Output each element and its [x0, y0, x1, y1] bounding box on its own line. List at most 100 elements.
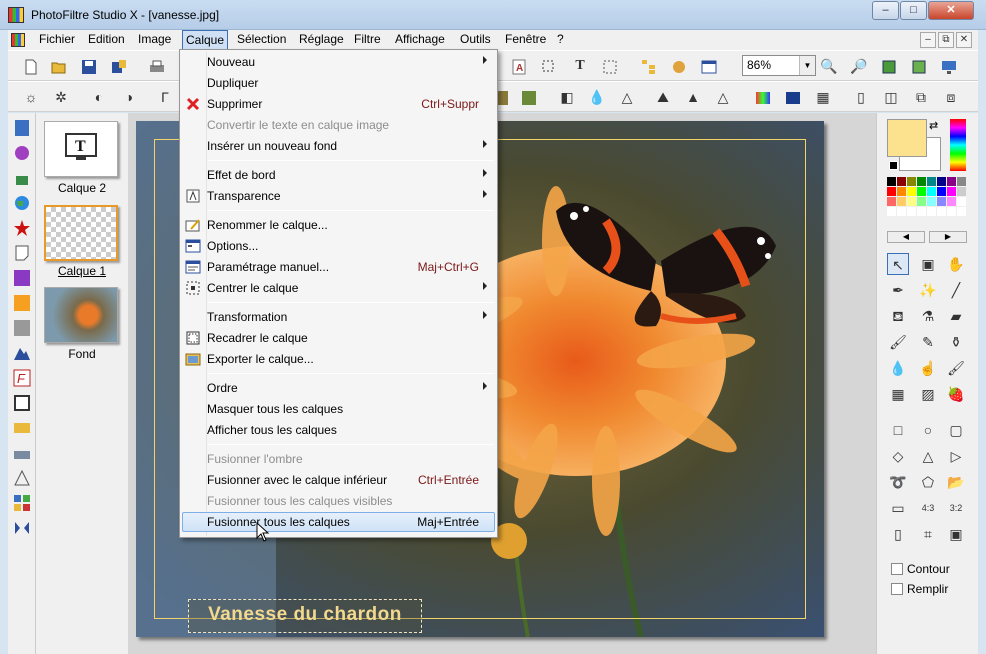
menu-item-ordre[interactable]: Ordre: [182, 378, 495, 398]
menu-item-convertir-texte[interactable]: Convertir le texte en calque image: [182, 115, 495, 135]
close-button[interactable]: ✕: [928, 1, 974, 20]
emboss-icon[interactable]: ⛰: [652, 86, 674, 108]
ratio-43-icon[interactable]: 4:3: [917, 497, 939, 519]
tree-icon[interactable]: [638, 55, 660, 77]
caption-text-layer[interactable]: Vanesse du chardon: [188, 599, 422, 633]
text-tool-icon[interactable]: T: [569, 55, 591, 77]
smudge-icon[interactable]: ☝: [917, 357, 939, 379]
menu-item-dupliquer[interactable]: Dupliquer: [182, 73, 495, 93]
menu-item-parametrage[interactable]: Paramétrage manuel... Maj+Ctrl+G: [182, 257, 495, 277]
texture-pattern-icon[interactable]: [13, 319, 31, 337]
menu-fichier[interactable]: Fichier: [39, 32, 75, 46]
menu-item-options[interactable]: Options...: [182, 236, 495, 256]
image-text-icon[interactable]: A: [508, 55, 530, 77]
ellipse-shape-icon[interactable]: ○: [917, 419, 939, 441]
globe-icon[interactable]: [13, 194, 31, 212]
shade-icon[interactable]: [782, 86, 804, 108]
palette-prev-button[interactable]: ◀: [887, 231, 925, 243]
maximize-button[interactable]: □: [900, 1, 927, 20]
menu-image[interactable]: Image: [138, 32, 171, 46]
paste-icon[interactable]: ⧈: [940, 86, 962, 108]
menu-item-recadrer[interactable]: Recadrer le calque: [182, 328, 495, 348]
new-file-icon[interactable]: [20, 55, 42, 77]
swap-colors-icon[interactable]: ⇄: [929, 119, 938, 132]
menu-item-effet-bord[interactable]: Effet de bord: [182, 165, 495, 185]
sharpen-icon[interactable]: △: [712, 86, 734, 108]
selection-tool-icon[interactable]: [538, 55, 560, 77]
save-icon[interactable]: [78, 55, 100, 77]
drop-outline-icon[interactable]: △: [616, 86, 638, 108]
color-palette[interactable]: [887, 177, 967, 217]
flip-icon[interactable]: ◧: [556, 86, 578, 108]
layer-thumbnail-selected[interactable]: [44, 205, 118, 261]
menu-reglage[interactable]: Réglage: [299, 32, 344, 46]
stamp-icon[interactable]: ⚱: [945, 331, 967, 353]
menu-item-renommer[interactable]: Renommer le calque...: [182, 215, 495, 235]
doc-close-button[interactable]: ✕: [956, 32, 972, 48]
polygon-lasso-icon[interactable]: ⬠: [917, 471, 939, 493]
ratio-32-icon[interactable]: 3:2: [945, 497, 967, 519]
copy-icon[interactable]: ⧉: [910, 86, 932, 108]
foreground-color[interactable]: [887, 119, 927, 157]
zoom-in-icon[interactable]: 🔍: [818, 55, 840, 77]
menu-item-fusionner-inferieur[interactable]: Fusionner avec le calque inférieur Ctrl+E…: [182, 470, 495, 490]
menu-edition[interactable]: Edition: [88, 32, 125, 46]
plugin-icon[interactable]: [668, 55, 690, 77]
layer-thumbnail[interactable]: T: [44, 121, 118, 177]
menu-item-masquer-tous[interactable]: Masquer tous les calques: [182, 399, 495, 419]
lasso-icon[interactable]: ➰: [887, 471, 909, 493]
save-as-icon[interactable]: [108, 55, 130, 77]
calculator-icon[interactable]: [13, 119, 31, 137]
layer-name[interactable]: Fond: [36, 347, 128, 361]
menu-outils[interactable]: Outils: [460, 32, 491, 46]
star-icon[interactable]: [13, 219, 31, 237]
menu-selection[interactable]: Sélection: [237, 32, 286, 46]
actual-size-icon[interactable]: [908, 55, 930, 77]
hue-slider[interactable]: [950, 119, 966, 171]
blur-drop-icon[interactable]: 💧: [887, 357, 909, 379]
menu-icon[interactable]: [11, 32, 25, 47]
menu-item-fusionner-ombre[interactable]: Fusionner l'ombre: [182, 449, 495, 469]
advanced-brush-icon[interactable]: ✎: [917, 331, 939, 353]
menu-item-fusionner-visibles[interactable]: Fusionner tous les calques visibles: [182, 491, 495, 511]
sphere-icon[interactable]: [13, 144, 31, 162]
contrast-down-icon[interactable]: ◐: [88, 86, 110, 108]
hand-tool-icon[interactable]: ✋: [945, 253, 967, 275]
triangle-right-icon[interactable]: ▷: [945, 445, 967, 467]
ratio-portrait-icon[interactable]: ▯: [887, 523, 909, 545]
doc-restore-button[interactable]: ⧉: [938, 32, 954, 48]
layer-name-selected[interactable]: Calque 1: [36, 264, 128, 278]
paint-brush-icon[interactable]: 🖌: [945, 357, 967, 379]
brightness-up-icon[interactable]: ✲: [50, 86, 72, 108]
brush-icon[interactable]: 🖌: [887, 331, 909, 353]
contrast-up-icon[interactable]: ◑: [118, 86, 140, 108]
menu-item-afficher-tous[interactable]: Afficher tous les calques: [182, 420, 495, 440]
strawberry-icon[interactable]: 🍓: [945, 383, 967, 405]
open-shape-icon[interactable]: 📂: [945, 471, 967, 493]
rectangle-shape-icon[interactable]: □: [887, 419, 909, 441]
chevron-down-icon[interactable]: ▼: [799, 56, 815, 75]
layer-name[interactable]: Calque 2: [36, 181, 128, 195]
gif-icon[interactable]: [13, 419, 31, 437]
drop-icon[interactable]: 💧: [586, 86, 608, 108]
menu-filtre[interactable]: Filtre: [354, 32, 381, 46]
robot-icon[interactable]: [13, 170, 31, 188]
palette-next-button[interactable]: ▶: [929, 231, 967, 243]
crop-frame-icon[interactable]: ⌗: [917, 523, 939, 545]
spray-icon[interactable]: ⚗: [917, 305, 939, 327]
fill-bucket-icon[interactable]: ⛾: [887, 305, 909, 327]
zoom-out-icon[interactable]: 🔎: [848, 55, 870, 77]
menu-fenetre[interactable]: Fenêtre: [505, 32, 546, 46]
ratio-free-icon[interactable]: ▭: [887, 497, 909, 519]
portrait-icon[interactable]: ▨: [917, 383, 939, 405]
brightness-down-icon[interactable]: ☼: [20, 86, 42, 108]
menu-item-centrer[interactable]: Centrer le calque: [182, 278, 495, 298]
grid-apps-icon[interactable]: [13, 494, 31, 512]
layer-thumbnail[interactable]: [44, 287, 118, 343]
rounded-rect-icon[interactable]: ▢: [945, 419, 967, 441]
default-colors-icon[interactable]: [889, 161, 898, 170]
texture-icon[interactable]: ▦: [812, 86, 834, 108]
menu-help[interactable]: ?: [557, 32, 564, 46]
menu-item-nouveau[interactable]: Nouveau: [182, 52, 495, 72]
menu-item-exporter[interactable]: Exporter le calque...: [182, 349, 495, 369]
